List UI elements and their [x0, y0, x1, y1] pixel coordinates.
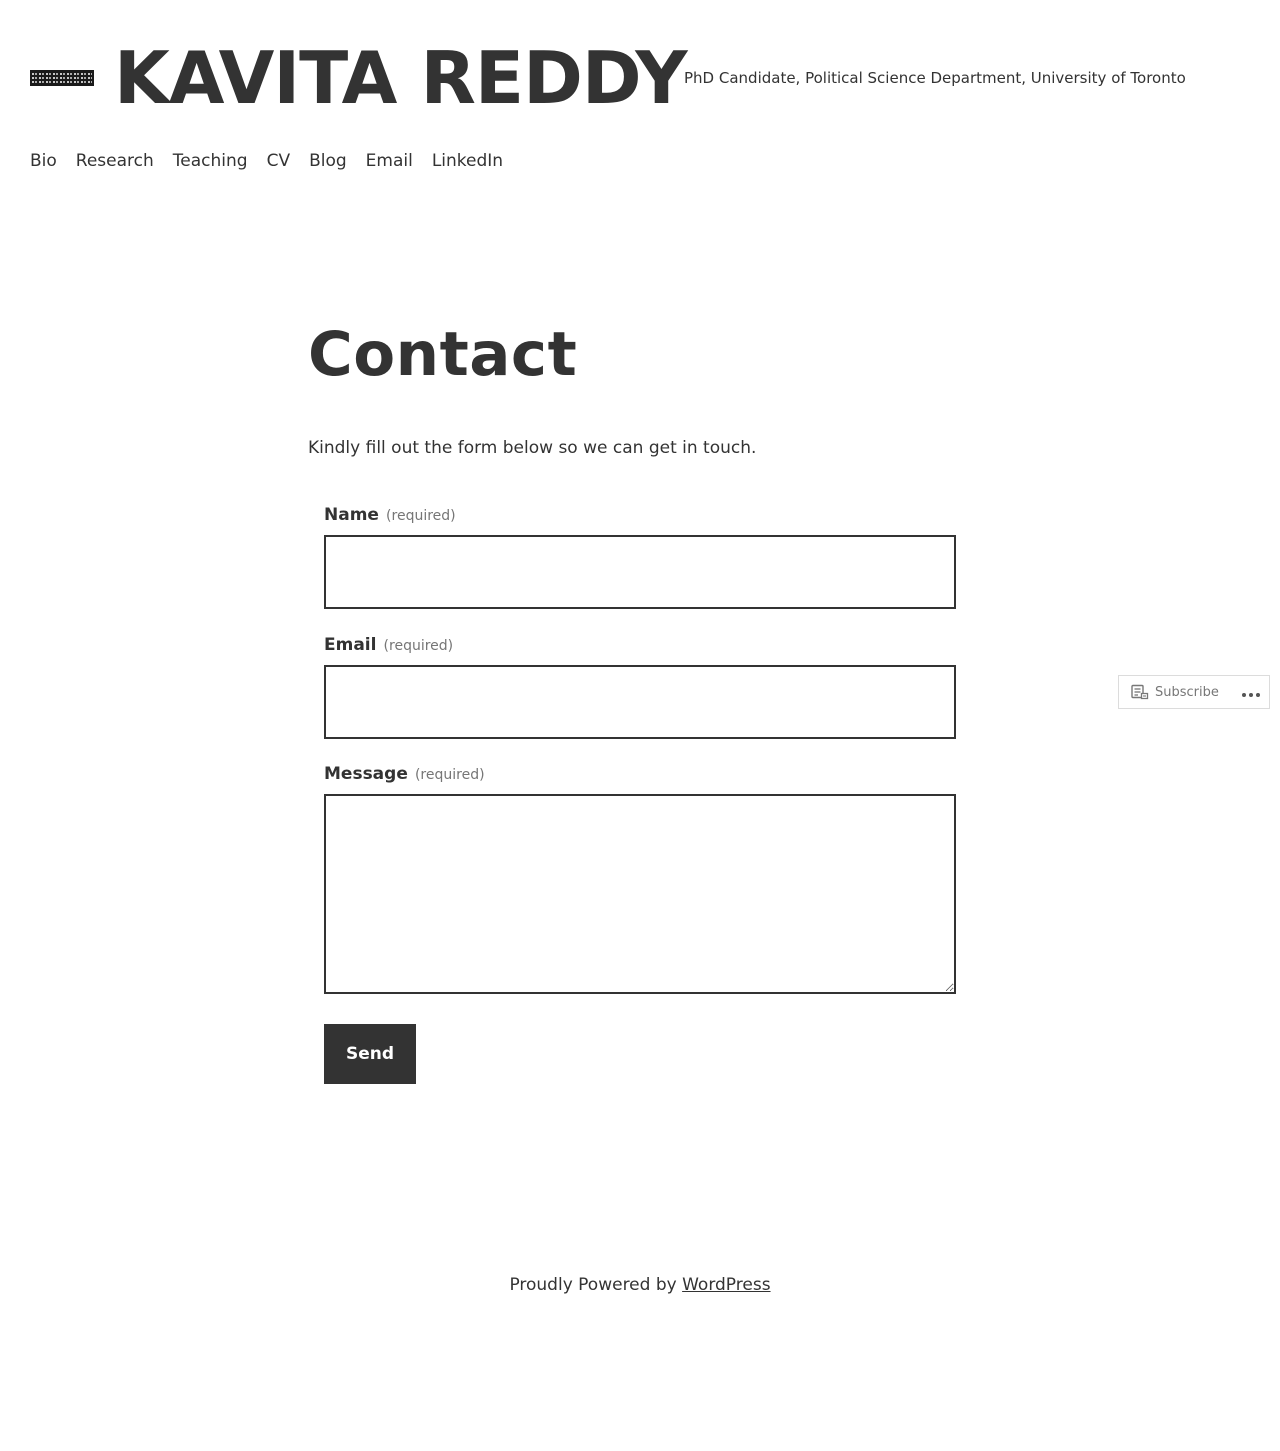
- message-required-hint: (required): [414, 767, 485, 783]
- name-required-hint: (required): [386, 508, 456, 524]
- branding: KAVITA REDDY: [30, 36, 688, 120]
- site-tagline: PhD Candidate, Political Science Departm…: [684, 69, 1186, 87]
- name-input[interactable]: [324, 535, 956, 609]
- nav-item-email[interactable]: Email: [366, 150, 413, 172]
- nav-item-bio[interactable]: Bio: [30, 150, 57, 172]
- site-footer: Proudly Powered by WordPress: [0, 1273, 1280, 1297]
- message-textarea[interactable]: [324, 794, 956, 994]
- nav-item-linkedin[interactable]: LinkedIn: [432, 150, 503, 172]
- more-horizontal-icon: [1241, 683, 1261, 702]
- more-options-button[interactable]: [1241, 676, 1261, 708]
- name-label-text: Name: [324, 505, 379, 525]
- site-title[interactable]: KAVITA REDDY: [114, 36, 688, 120]
- name-label: Name (required): [324, 504, 456, 527]
- nav-item-cv[interactable]: CV: [267, 150, 291, 172]
- email-input[interactable]: [324, 665, 956, 739]
- main-nav: Bio Research Teaching CV Blog Email Link…: [30, 150, 503, 172]
- subscribe-bar: Subscribe: [1118, 675, 1270, 709]
- send-button[interactable]: Send: [324, 1024, 416, 1084]
- email-label-text: Email: [324, 635, 377, 655]
- email-label: Email (required): [324, 634, 453, 657]
- message-label: Message (required): [324, 763, 485, 786]
- message-label-text: Message: [324, 764, 408, 784]
- page-title: Contact: [308, 319, 578, 390]
- subscribe-label: Subscribe: [1155, 684, 1219, 700]
- footer-credit: Proudly Powered by: [509, 1275, 677, 1295]
- nav-item-blog[interactable]: Blog: [309, 150, 347, 172]
- email-required-hint: (required): [383, 638, 454, 654]
- subscribe-button[interactable]: Subscribe: [1119, 676, 1219, 708]
- intro-text: Kindly fill out the form below so we can…: [308, 438, 757, 458]
- site-logo[interactable]: [30, 70, 94, 86]
- nav-item-research[interactable]: Research: [76, 150, 154, 172]
- reader-icon: [1131, 684, 1149, 700]
- nav-item-teaching[interactable]: Teaching: [173, 150, 248, 172]
- wordpress-link[interactable]: WordPress: [682, 1275, 770, 1295]
